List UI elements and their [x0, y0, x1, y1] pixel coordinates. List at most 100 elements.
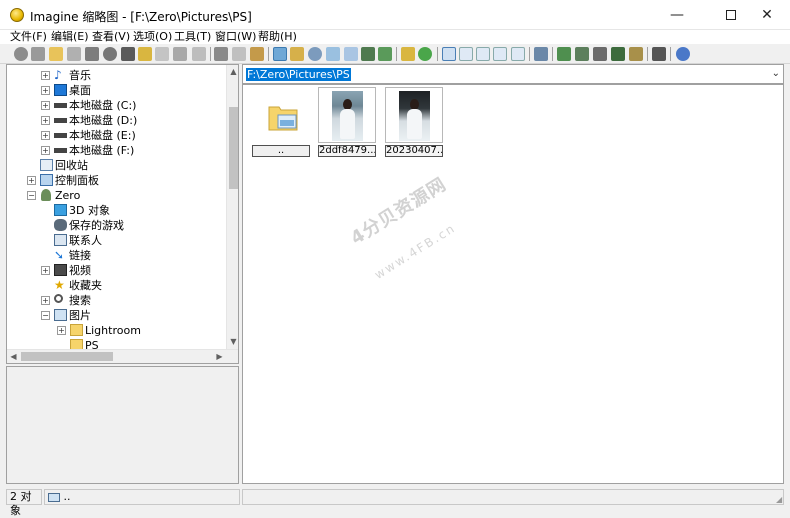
select-all-icon[interactable] [290, 47, 304, 61]
slideshow-icon[interactable] [361, 47, 375, 61]
new-folder-icon[interactable] [138, 47, 152, 61]
close-button[interactable]: ✕ [744, 0, 790, 30]
rename-icon[interactable] [155, 47, 169, 61]
star-icon: ★ [54, 278, 65, 292]
status-bar: 2 对象 .. ◢ [0, 486, 790, 517]
title-bar: Imagine 缩略图 - [F:\Zero\Pictures\PS] — ✕ [0, 0, 790, 30]
toolbar-separator [670, 47, 671, 61]
path-bar[interactable]: F:\Zero\Pictures\PS ⌄ [242, 64, 784, 84]
info-icon[interactable] [103, 47, 117, 61]
menu-edit[interactable]: 编辑(E) [51, 30, 89, 44]
search-icon [54, 294, 63, 303]
tree-horizontal-scrollbar[interactable]: ◀ ▶ [7, 349, 238, 363]
properties-icon[interactable] [192, 47, 206, 61]
thumbnail-label: 2ddf8479... [318, 145, 376, 157]
path-input[interactable]: F:\Zero\Pictures\PS [246, 68, 351, 81]
thumbnail-view[interactable]: .. 2ddf8479... 20230407... [242, 84, 784, 484]
scroll-thumb[interactable] [21, 352, 113, 361]
preview-pane [6, 366, 239, 484]
minimize-button[interactable]: — [654, 0, 700, 30]
cube-icon [54, 204, 67, 216]
scanner-icon[interactable] [593, 47, 607, 61]
expand-toggle[interactable]: − [27, 191, 36, 200]
grid-icon[interactable] [344, 47, 358, 61]
batch-icon[interactable] [575, 47, 589, 61]
scroll-left-icon[interactable]: ◀ [7, 352, 20, 361]
thumbnail-label: 20230407... [385, 145, 443, 157]
toolbar-separator [647, 47, 648, 61]
expand-toggle[interactable]: + [41, 71, 50, 80]
expand-toggle[interactable]: + [41, 86, 50, 95]
film-icon[interactable] [121, 47, 135, 61]
resize-grip-icon[interactable]: ◢ [776, 495, 786, 505]
scroll-right-icon[interactable]: ▶ [213, 352, 226, 361]
expand-toggle[interactable]: + [41, 146, 50, 155]
sync-icon[interactable] [418, 47, 432, 61]
list-view-icon[interactable] [476, 47, 490, 61]
toolbar-separator [529, 47, 530, 61]
menu-view[interactable]: 查看(V) [92, 30, 130, 44]
link-icon: ➘ [54, 248, 65, 262]
view-icon[interactable] [14, 47, 28, 61]
help-icon[interactable] [676, 47, 690, 61]
scroll-thumb[interactable] [229, 107, 238, 189]
status-path: .. [44, 489, 240, 505]
drive-icon [54, 118, 67, 123]
expand-toggle[interactable]: − [41, 311, 50, 320]
refresh-icon[interactable] [308, 47, 322, 61]
expand-toggle[interactable]: + [41, 266, 50, 275]
browse-icon[interactable] [31, 47, 45, 61]
drive-icon [54, 103, 67, 108]
app-logo-icon [10, 8, 24, 22]
copy-icon[interactable] [232, 47, 246, 61]
expand-toggle[interactable]: + [41, 296, 50, 305]
expand-toggle[interactable]: + [41, 131, 50, 140]
pictures-icon [48, 492, 60, 502]
tree-vertical-scrollbar[interactable]: ▲ ▼ [226, 65, 238, 349]
thumbnail-photo[interactable]: 2ddf8479... [318, 87, 376, 159]
expand-toggle[interactable]: + [27, 176, 36, 185]
scroll-down-icon[interactable]: ▼ [227, 337, 238, 346]
export-icon[interactable] [378, 47, 392, 61]
open-folder-icon[interactable] [49, 47, 63, 61]
menu-tools[interactable]: 工具(T) [174, 30, 211, 44]
delete-icon[interactable] [173, 47, 187, 61]
menu-file[interactable]: 文件(F) [10, 30, 47, 44]
menu-window[interactable]: 窗口(W) [215, 30, 256, 44]
small-icons-view-icon[interactable] [459, 47, 473, 61]
copy-to-icon[interactable] [67, 47, 81, 61]
wrench-icon[interactable] [534, 47, 548, 61]
print-icon[interactable] [85, 47, 99, 61]
expand-toggle[interactable]: + [41, 116, 50, 125]
thumbnail-label: .. [252, 145, 310, 157]
video-icon [54, 264, 67, 276]
thumbnail-parent-folder[interactable]: .. [252, 87, 310, 159]
sort-icon[interactable] [326, 47, 340, 61]
maximize-icon [726, 10, 736, 20]
expand-toggle[interactable]: + [41, 101, 50, 110]
large-icons-view-icon[interactable] [442, 47, 456, 61]
chevron-down-icon[interactable]: ⌄ [772, 68, 780, 79]
details-view-icon[interactable] [493, 47, 507, 61]
monitor-icon[interactable] [611, 47, 625, 61]
tiles-view-icon[interactable] [511, 47, 525, 61]
expand-toggle[interactable]: + [57, 326, 66, 335]
scroll-up-icon[interactable]: ▲ [227, 67, 238, 76]
convert-icon[interactable] [557, 47, 571, 61]
cut-icon[interactable] [214, 47, 228, 61]
paste-icon[interactable] [250, 47, 264, 61]
folder-up-icon[interactable] [401, 47, 415, 61]
thumbnail-photo[interactable]: 20230407... [385, 87, 443, 159]
toolbar [0, 44, 790, 64]
folder-tree[interactable]: + ♪ 音乐 + 桌面 + 本地磁盘 (C:) + 本地磁盘 (D:) + 本地… [6, 64, 239, 364]
options-icon[interactable] [652, 47, 666, 61]
menu-options[interactable]: 选项(O) [133, 30, 172, 44]
toolbar-separator [268, 47, 269, 61]
desktop-icon [54, 84, 67, 96]
thumbnails-view-icon[interactable] [273, 47, 287, 61]
edit-image-icon[interactable] [629, 47, 643, 61]
control-panel-icon [40, 174, 53, 186]
toolbar-separator [396, 47, 397, 61]
toolbar-separator [437, 47, 438, 61]
menu-help[interactable]: 帮助(H) [258, 30, 297, 44]
